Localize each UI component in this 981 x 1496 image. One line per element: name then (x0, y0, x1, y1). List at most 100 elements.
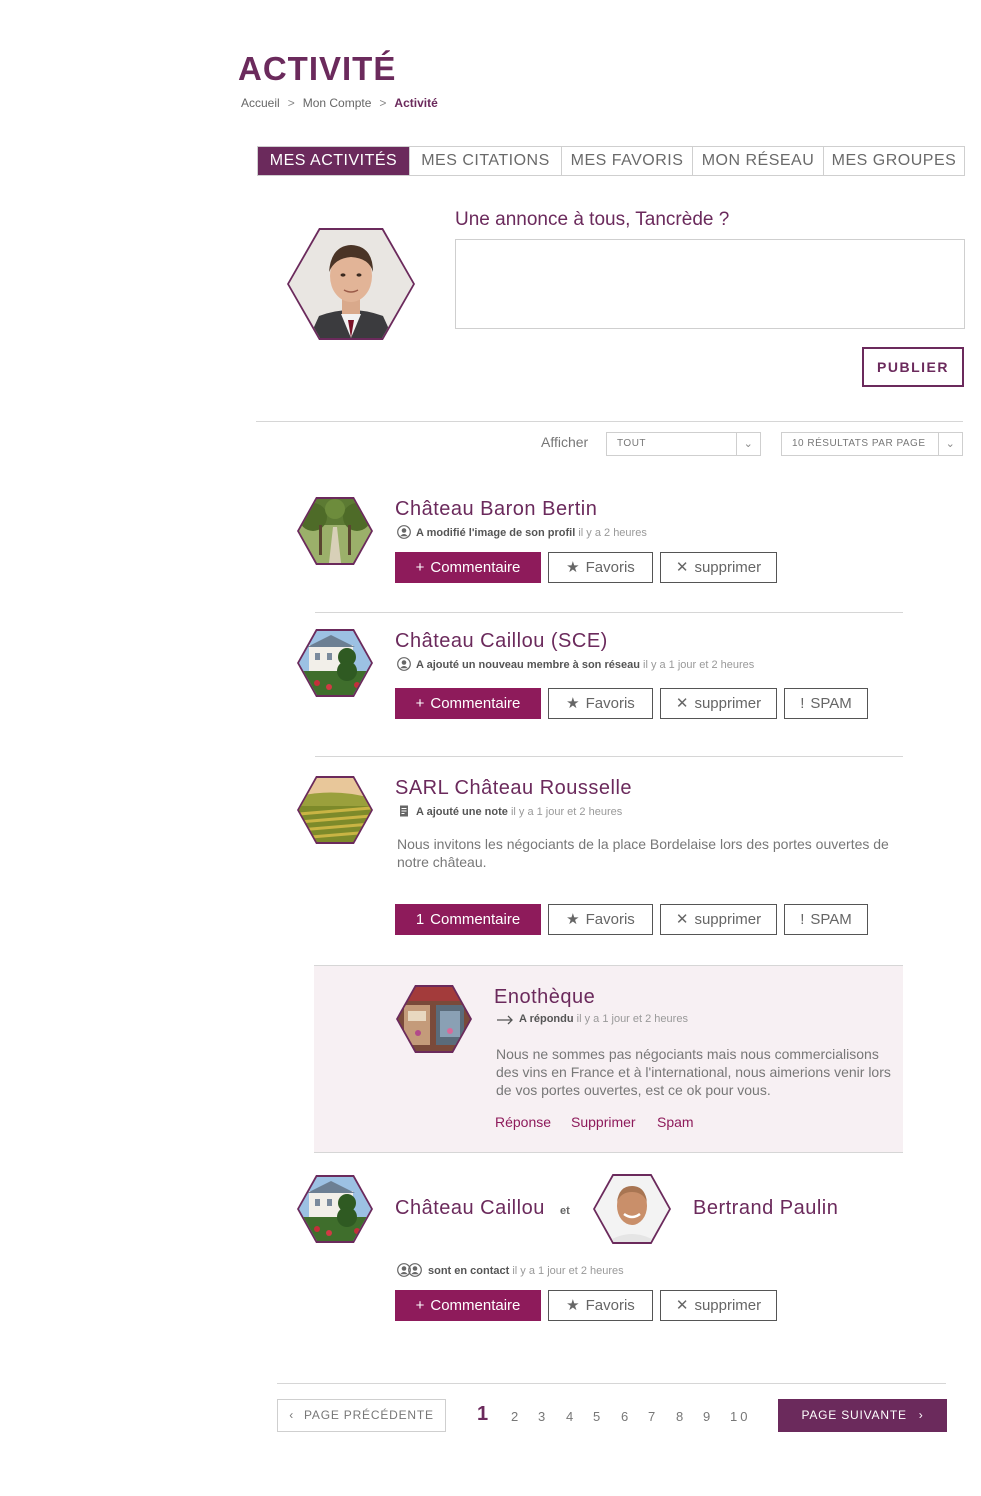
chevron-down-icon: ⌄ (736, 433, 760, 455)
spam-button-label: SPAM (810, 911, 852, 928)
close-icon: ✕ (675, 559, 689, 576)
favorite-button[interactable]: ★ Favoris (548, 552, 653, 583)
filter-label: Afficher (541, 434, 589, 450)
person-portrait-image (595, 1176, 669, 1242)
breadcrumb: Accueil > Mon Compte > Activité (241, 96, 438, 110)
close-icon: ✕ (675, 911, 689, 928)
spam-button[interactable]: ! SPAM (784, 904, 868, 935)
breadcrumb-account[interactable]: Mon Compte (303, 96, 372, 110)
tab-mon-reseau[interactable]: MON RÉSEAU (692, 147, 823, 175)
pagination-divider (277, 1383, 946, 1384)
entry-action: A ajouté une note (416, 806, 508, 818)
page-number[interactable]: 6 (621, 1409, 628, 1424)
comment-button[interactable]: + Commentaire (395, 552, 541, 583)
prev-page-button[interactable]: ‹ PAGE PRÉCÉDENTE (277, 1399, 446, 1432)
reply-time: il y a 1 jour et 2 heures (576, 1013, 688, 1025)
entry-meta: A ajouté une note il y a 1 jour et 2 heu… (397, 804, 622, 818)
user-avatar (287, 228, 415, 340)
page-number[interactable]: 5 (593, 1409, 600, 1424)
exclamation-icon: ! (800, 911, 805, 928)
per-page-value: 10 RÉSULTATS PAR PAGE (792, 438, 926, 449)
delete-button[interactable]: ✕ supprimer (660, 688, 777, 719)
page-number[interactable]: 8 (676, 1409, 683, 1424)
delete-button[interactable]: ✕ supprimer (660, 552, 777, 583)
entry-name[interactable]: SARL Château Rousselle (395, 777, 632, 800)
star-icon: ★ (566, 559, 580, 576)
delete-button[interactable]: ✕ supprimer (660, 1290, 777, 1321)
tab-mes-citations[interactable]: MES CITATIONS (409, 147, 561, 175)
contact-avatar[interactable] (593, 1174, 671, 1244)
conjunction: et (560, 1205, 570, 1217)
type-filter-select[interactable]: TOUT ⌄ (606, 432, 761, 456)
delete-button-label: supprimer (694, 695, 762, 712)
announce-input[interactable] (455, 239, 965, 329)
entry-name[interactable]: Château Caillou (SCE) (395, 630, 608, 653)
comment-count: 1 (415, 911, 425, 928)
plus-icon: + (415, 559, 425, 576)
reply-link[interactable]: Réponse (495, 1114, 551, 1130)
page-number[interactable]: 10 (730, 1409, 750, 1424)
reply-spam-link[interactable]: Spam (657, 1114, 694, 1130)
comment-button[interactable]: + Commentaire (395, 1290, 541, 1321)
contact-name-b[interactable]: Bertrand Paulin (693, 1197, 838, 1220)
comment-button-label: Commentaire (430, 1297, 521, 1314)
tab-mes-groupes[interactable]: MES GROUPES (823, 147, 964, 175)
comment-button-label: Commentaire (430, 911, 521, 928)
chateau-garden-image (299, 1177, 371, 1241)
plus-icon: + (415, 695, 425, 712)
entry-time: il y a 1 jour et 2 heures (643, 659, 755, 671)
contact-meta: sont en contact il y a 1 jour et 2 heure… (397, 1263, 624, 1277)
favorite-button[interactable]: ★ Favoris (548, 1290, 653, 1321)
spam-button[interactable]: ! SPAM (784, 688, 868, 719)
favorite-button[interactable]: ★ Favoris (548, 688, 653, 719)
tab-mes-activites[interactable]: MES ACTIVITÉS (258, 147, 409, 175)
user-circle-icon (397, 525, 411, 539)
comment-button-label: Commentaire (430, 695, 521, 712)
favorite-button-label: Favoris (585, 911, 635, 928)
prev-page-label: PAGE PRÉCÉDENTE (303, 1408, 434, 1422)
plus-icon: + (415, 1297, 425, 1314)
page-number[interactable]: 2 (511, 1409, 518, 1424)
delete-button[interactable]: ✕ supprimer (660, 904, 777, 935)
reply-text: Nous ne sommes pas négociants mais nous … (496, 1046, 891, 1098)
page-number[interactable]: 7 (648, 1409, 655, 1424)
favorite-button-label: Favoris (585, 695, 635, 712)
tab-bar: MES ACTIVITÉS MES CITATIONS MES FAVORIS … (257, 146, 965, 176)
publish-button[interactable]: PUBLIER (862, 347, 964, 387)
reply-delete-link[interactable]: Supprimer (571, 1114, 636, 1130)
entry-divider (315, 756, 903, 757)
entry-avatar[interactable] (297, 629, 373, 697)
entry-avatar[interactable] (297, 776, 373, 844)
reply-meta: A répondu il y a 1 jour et 2 heures (496, 1013, 688, 1025)
exclamation-icon: ! (800, 695, 805, 712)
next-page-label: PAGE SUIVANTE (801, 1408, 907, 1422)
reply-name[interactable]: Enothèque (494, 986, 595, 1009)
page-number[interactable]: 9 (703, 1409, 710, 1424)
close-icon: ✕ (675, 1297, 689, 1314)
entry-meta: A ajouté un nouveau membre à son réseau … (397, 657, 754, 671)
section-divider (256, 421, 963, 422)
entry-avatar[interactable] (297, 1175, 373, 1243)
favorite-button[interactable]: ★ Favoris (548, 904, 653, 935)
tab-mes-favoris[interactable]: MES FAVORIS (561, 147, 692, 175)
per-page-select[interactable]: 10 RÉSULTATS PAR PAGE ⌄ (781, 432, 963, 456)
page-number[interactable]: 3 (538, 1409, 545, 1424)
announce-label: Une annonce à tous, Tancrède ? (455, 209, 730, 230)
chevron-down-icon: ⌄ (938, 433, 962, 455)
entry-name[interactable]: Château Baron Bertin (395, 498, 597, 521)
reply-action: A répondu (519, 1013, 574, 1025)
page-title: ACTIVITÉ (238, 50, 397, 87)
users-pair-icon (397, 1263, 422, 1277)
type-filter-value: TOUT (617, 438, 647, 449)
next-page-button[interactable]: PAGE SUIVANTE › (778, 1399, 947, 1432)
breadcrumb-home[interactable]: Accueil (241, 96, 280, 110)
entry-time: il y a 2 heures (578, 527, 647, 539)
user-portrait-image (289, 230, 413, 338)
page-number[interactable]: 4 (566, 1409, 573, 1424)
chevron-left-icon: ‹ (289, 1408, 294, 1422)
page-number-current[interactable]: 1 (477, 1403, 488, 1426)
entry-avatar[interactable] (297, 497, 373, 565)
comment-button[interactable]: + Commentaire (395, 688, 541, 719)
contact-name-a[interactable]: Château Caillou (395, 1197, 545, 1220)
comment-button[interactable]: 1 Commentaire (395, 904, 541, 935)
